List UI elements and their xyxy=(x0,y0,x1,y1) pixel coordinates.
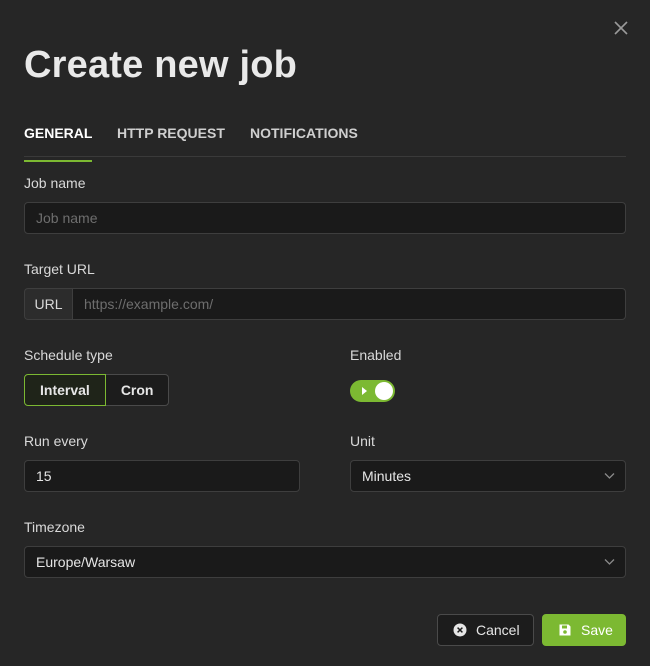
schedule-type-segmented: Interval Cron xyxy=(24,374,170,406)
timezone-label: Timezone xyxy=(24,519,85,535)
schedule-interval-button[interactable]: Interval xyxy=(24,374,106,406)
url-addon: URL xyxy=(24,288,72,320)
play-icon xyxy=(362,387,367,395)
schedule-type-label: Schedule type xyxy=(24,347,113,363)
target-url-input[interactable] xyxy=(72,288,626,320)
tab-http-request[interactable]: HTTP REQUEST xyxy=(117,125,225,160)
unit-select[interactable]: Minutes xyxy=(350,460,626,492)
job-name-label: Job name xyxy=(24,175,86,191)
tab-bar: GENERAL HTTP REQUEST NOTIFICATIONS xyxy=(24,112,626,162)
cancel-button[interactable]: Cancel xyxy=(437,614,534,646)
tab-notifications[interactable]: NOTIFICATIONS xyxy=(250,125,358,160)
target-url-group: URL xyxy=(24,288,626,320)
tab-general[interactable]: GENERAL xyxy=(24,125,93,162)
timezone-select-value: Europe/Warsaw xyxy=(36,554,136,570)
close-icon[interactable] xyxy=(612,19,630,37)
enabled-toggle[interactable] xyxy=(350,380,395,402)
job-name-input[interactable] xyxy=(24,202,626,234)
cancel-button-label: Cancel xyxy=(476,622,520,638)
enabled-label: Enabled xyxy=(350,347,402,363)
toggle-knob xyxy=(375,382,393,400)
chevron-down-icon xyxy=(604,473,615,479)
timezone-select[interactable]: Europe/Warsaw xyxy=(24,546,626,578)
save-button[interactable]: Save xyxy=(542,614,626,646)
chevron-down-icon xyxy=(604,559,615,565)
schedule-cron-button[interactable]: Cron xyxy=(105,374,170,406)
floppy-disk-icon xyxy=(559,624,571,636)
target-url-label: Target URL xyxy=(24,261,95,277)
run-every-label: Run every xyxy=(24,433,88,449)
create-job-dialog: Create new job GENERAL HTTP REQUEST NOTI… xyxy=(0,0,650,666)
dialog-title: Create new job xyxy=(24,44,298,86)
save-button-label: Save xyxy=(581,622,613,638)
run-every-input[interactable] xyxy=(24,460,300,492)
x-circle-icon xyxy=(453,623,467,637)
unit-select-value: Minutes xyxy=(362,468,412,484)
unit-label: Unit xyxy=(350,433,375,449)
